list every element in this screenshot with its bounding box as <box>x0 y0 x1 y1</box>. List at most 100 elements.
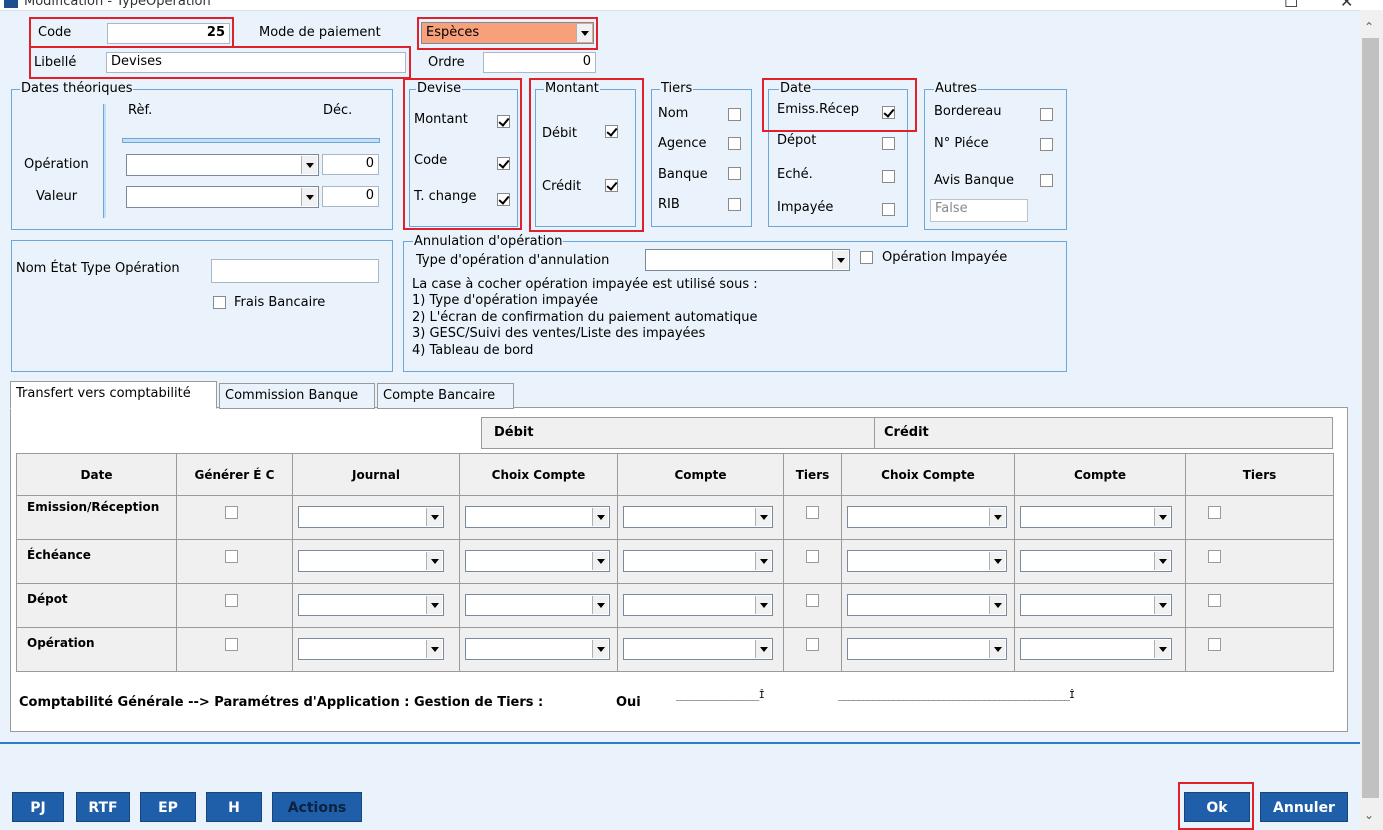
devise-tchange-checkbox[interactable] <box>497 193 510 206</box>
libelle-field[interactable]: Devises <box>106 52 406 73</box>
actions-button[interactable]: Actions <box>272 792 362 822</box>
avis-banque-field[interactable]: False <box>930 199 1028 222</box>
credit-tiers-checkbox[interactable] <box>1208 638 1221 651</box>
credit-tiers-checkbox[interactable] <box>1208 594 1221 607</box>
chevron-down-icon[interactable] <box>1154 552 1170 570</box>
depot-checkbox[interactable] <box>882 137 895 150</box>
montant-debit-checkbox[interactable] <box>605 125 618 138</box>
tiers-agence-checkbox[interactable] <box>728 137 741 150</box>
ep-button[interactable]: EP <box>140 792 196 822</box>
chevron-down-icon[interactable] <box>755 552 771 570</box>
journal-select[interactable] <box>298 550 444 572</box>
generer-ec-checkbox[interactable] <box>225 594 238 607</box>
devise-montant-checkbox[interactable] <box>497 115 510 128</box>
chevron-down-icon[interactable] <box>592 596 608 614</box>
chevron-down-icon[interactable] <box>1154 508 1170 526</box>
chevron-down-icon[interactable] <box>755 640 771 658</box>
generer-ec-checkbox[interactable] <box>225 550 238 563</box>
scroll-up-icon[interactable]: ⌃ <box>1364 20 1374 34</box>
tiers-nom-checkbox[interactable] <box>728 108 741 121</box>
credit-compte-select[interactable] <box>1020 638 1172 660</box>
debit-compte-select[interactable] <box>623 506 773 528</box>
debit-choix-compte-select[interactable] <box>465 594 610 616</box>
emiss-recep-checkbox[interactable] <box>882 106 895 119</box>
credit-choix-compte-select[interactable] <box>847 594 1007 616</box>
frais-bancaire-checkbox[interactable] <box>213 296 226 309</box>
operation-dec-field[interactable]: 0 <box>322 154 379 175</box>
debit-choix-compte-select[interactable] <box>465 506 610 528</box>
tiers-rib-checkbox[interactable] <box>728 198 741 211</box>
debit-compte-select[interactable] <box>623 594 773 616</box>
generer-ec-checkbox[interactable] <box>225 506 238 519</box>
tab-transfert-comptabilite[interactable]: Transfert vers comptabilité <box>10 381 217 409</box>
scrollbar-thumb[interactable] <box>1362 38 1379 798</box>
dates-slider-track[interactable] <box>122 138 380 143</box>
annuler-button[interactable]: Annuler <box>1260 792 1348 822</box>
ordre-field[interactable]: 0 <box>483 52 596 73</box>
operation-ref-select[interactable] <box>126 154 319 176</box>
tab-commission-banque[interactable]: Commission Banque <box>219 383 375 409</box>
devise-code-checkbox[interactable] <box>497 157 510 170</box>
credit-choix-compte-select[interactable] <box>847 506 1007 528</box>
chevron-down-icon[interactable] <box>576 24 592 42</box>
chevron-down-icon[interactable] <box>301 188 317 206</box>
scroll-down-icon[interactable]: ⌄ <box>1364 808 1374 822</box>
credit-choix-compte-select[interactable] <box>847 550 1007 572</box>
maximize-icon[interactable]: ☐ <box>1284 0 1298 10</box>
chevron-down-icon[interactable] <box>592 508 608 526</box>
credit-compte-select[interactable] <box>1020 506 1172 528</box>
debit-tiers-checkbox[interactable] <box>806 550 819 563</box>
tab-compte-bancaire[interactable]: Compte Bancaire <box>377 383 514 409</box>
generer-ec-checkbox[interactable] <box>225 638 238 651</box>
nom-etat-field[interactable] <box>211 259 379 283</box>
h-button[interactable]: H <box>206 792 262 822</box>
credit-choix-compte-select[interactable] <box>847 638 1007 660</box>
chevron-down-icon[interactable] <box>989 508 1005 526</box>
pj-button[interactable]: PJ <box>12 792 64 822</box>
type-annulation-select[interactable] <box>645 249 850 271</box>
debit-tiers-checkbox[interactable] <box>806 506 819 519</box>
debit-compte-select[interactable] <box>623 638 773 660</box>
avis-banque-checkbox[interactable] <box>1040 174 1053 187</box>
montant-credit-checkbox[interactable] <box>605 179 618 192</box>
debit-tiers-checkbox[interactable] <box>806 594 819 607</box>
rtf-button[interactable]: RTF <box>76 792 130 822</box>
chevron-down-icon[interactable] <box>989 640 1005 658</box>
chevron-down-icon[interactable] <box>426 508 442 526</box>
chevron-down-icon[interactable] <box>755 508 771 526</box>
debit-choix-compte-select[interactable] <box>465 550 610 572</box>
chevron-down-icon[interactable] <box>1154 640 1170 658</box>
chevron-down-icon[interactable] <box>426 640 442 658</box>
credit-tiers-checkbox[interactable] <box>1208 550 1221 563</box>
chevron-down-icon[interactable] <box>301 156 317 174</box>
journal-select[interactable] <box>298 638 444 660</box>
debit-tiers-checkbox[interactable] <box>806 638 819 651</box>
close-icon[interactable]: ✕ <box>1340 0 1353 10</box>
bordereau-checkbox[interactable] <box>1040 108 1053 121</box>
chevron-down-icon[interactable] <box>426 596 442 614</box>
chevron-down-icon[interactable] <box>989 596 1005 614</box>
ok-button[interactable]: Ok <box>1184 792 1250 822</box>
chevron-down-icon[interactable] <box>592 552 608 570</box>
impayee-checkbox[interactable] <box>882 203 895 216</box>
credit-compte-select[interactable] <box>1020 594 1172 616</box>
journal-select[interactable] <box>298 506 444 528</box>
valeur-dec-field[interactable]: 0 <box>322 186 379 207</box>
chevron-down-icon[interactable] <box>832 251 848 269</box>
debit-compte-select[interactable] <box>623 550 773 572</box>
credit-compte-select[interactable] <box>1020 550 1172 572</box>
chevron-down-icon[interactable] <box>989 552 1005 570</box>
code-field[interactable]: 25 <box>107 23 230 44</box>
mode-paiement-select[interactable]: Espèces <box>421 22 594 44</box>
chevron-down-icon[interactable] <box>592 640 608 658</box>
chevron-down-icon[interactable] <box>1154 596 1170 614</box>
credit-tiers-checkbox[interactable] <box>1208 506 1221 519</box>
operation-impayee-checkbox[interactable] <box>860 251 873 264</box>
tiers-banque-checkbox[interactable] <box>728 167 741 180</box>
journal-select[interactable] <box>298 594 444 616</box>
chevron-down-icon[interactable] <box>755 596 771 614</box>
chevron-down-icon[interactable] <box>426 552 442 570</box>
eche-checkbox[interactable] <box>882 170 895 183</box>
num-piece-checkbox[interactable] <box>1040 138 1053 151</box>
debit-choix-compte-select[interactable] <box>465 638 610 660</box>
